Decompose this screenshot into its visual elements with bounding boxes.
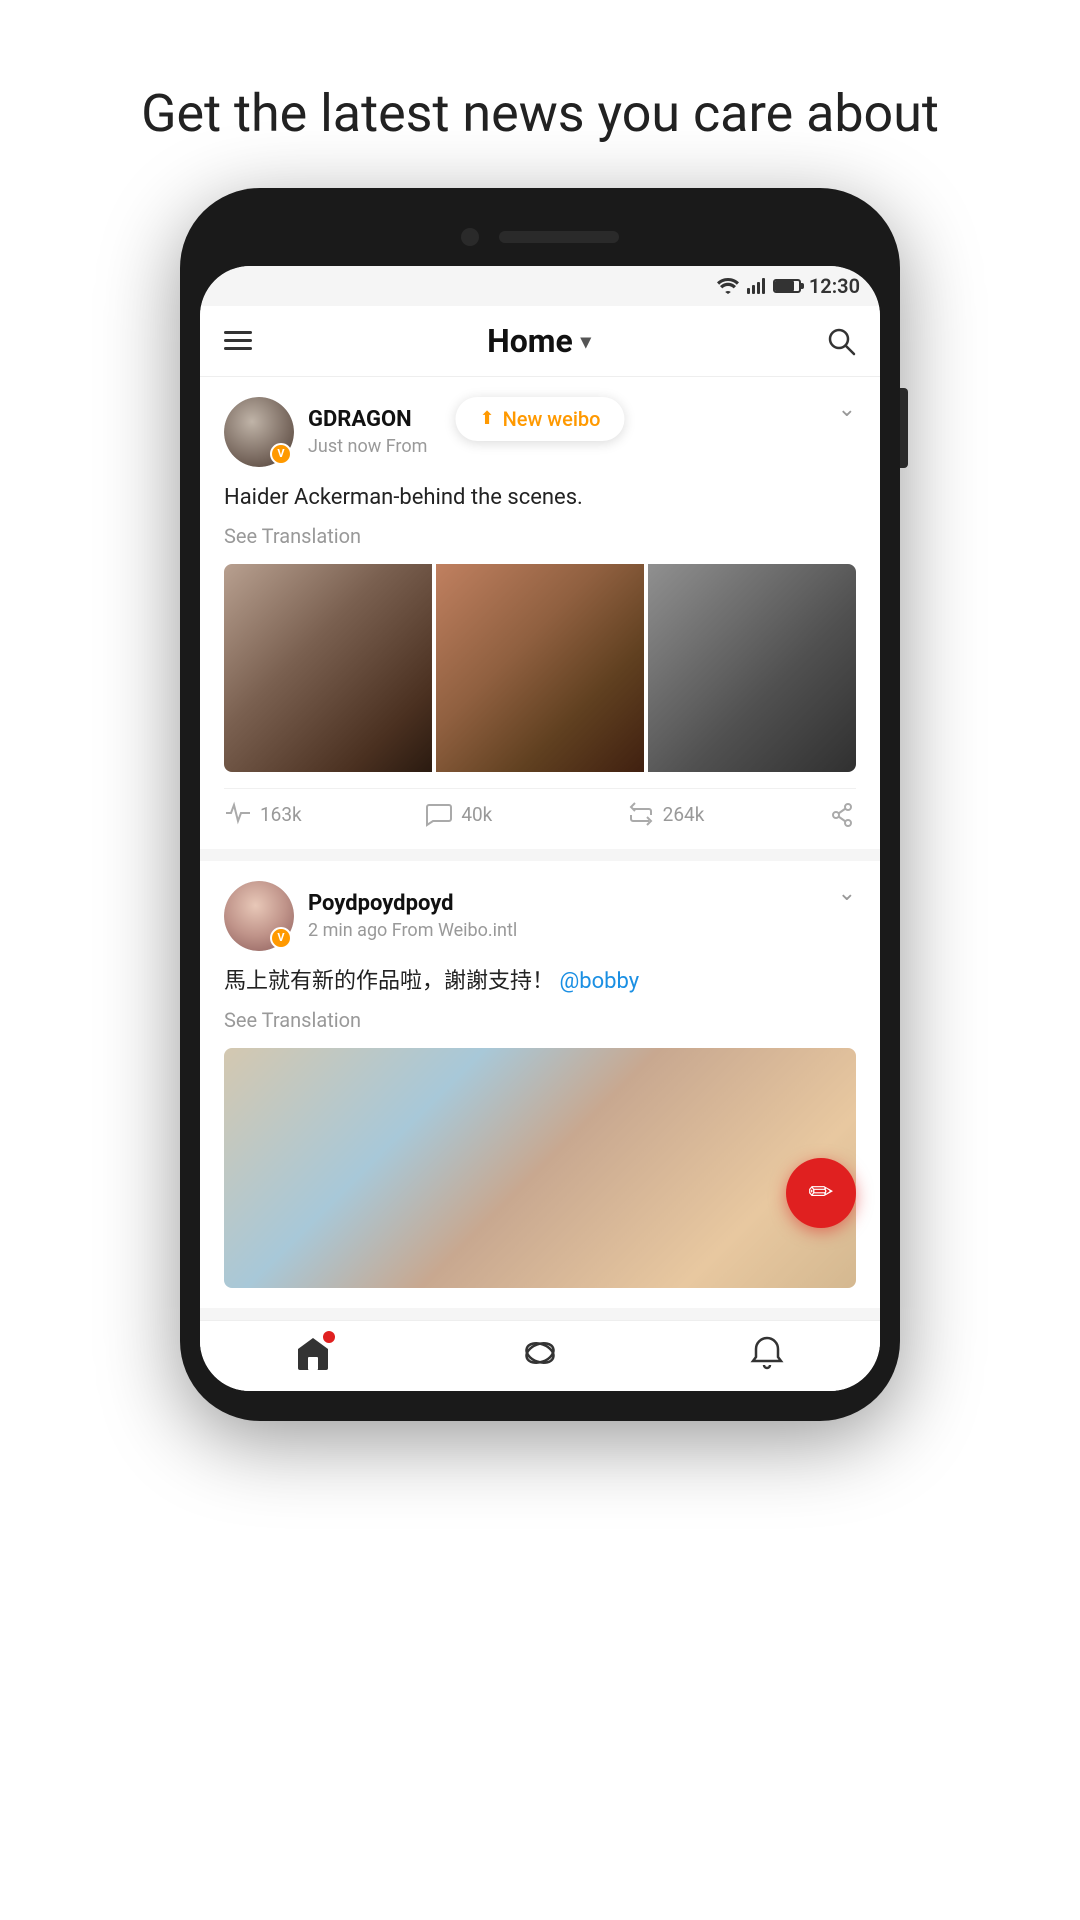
phone-camera — [461, 228, 479, 246]
repost-count-1: 264k — [663, 803, 705, 826]
post-content-1: Haider Ackerman-behind the scenes. — [224, 481, 856, 514]
post-card-2: V Poydpoydpoyd 2 min ago From Weibo.intl… — [200, 861, 880, 1308]
like-button-1[interactable]: 163k — [224, 801, 425, 829]
phone-device: 12:30 Home ▾ — [180, 188, 900, 1421]
post-image-visual-2 — [224, 1048, 856, 1288]
share-button-1[interactable] — [828, 801, 856, 829]
post-user-info-2: V Poydpoydpoyd 2 min ago From Weibo.intl — [224, 881, 517, 951]
post-content-2: 馬上就有新的作品啦，謝謝支持！ @bobby — [224, 965, 856, 998]
new-weibo-toast[interactable]: ⬆ New weibo — [455, 397, 624, 441]
post-time-2: 2 min ago — [308, 920, 387, 941]
avatar-2: V — [224, 881, 294, 951]
bottom-nav — [200, 1320, 880, 1391]
phone-side-button — [900, 388, 908, 468]
status-icons: 12:30 — [717, 274, 860, 298]
post-from-2: From Weibo.intl — [392, 920, 517, 941]
post-image-2 — [224, 1048, 856, 1288]
header-title-text: Home — [487, 322, 573, 360]
nav-explore[interactable] — [522, 1335, 558, 1371]
vip-badge-2: V — [270, 927, 292, 949]
post-meta-1: Just now From — [308, 436, 427, 457]
more-options-icon-2[interactable]: ⌄ — [838, 881, 856, 906]
search-icon[interactable] — [826, 326, 856, 356]
app-header: Home ▾ — [200, 306, 880, 377]
explore-icon — [522, 1335, 558, 1371]
vip-badge-1: V — [270, 443, 292, 465]
share-icon-1 — [828, 801, 856, 829]
like-icon-1 — [224, 801, 252, 829]
chevron-down-icon: ▾ — [581, 329, 591, 353]
avatar-1: V — [224, 397, 294, 467]
compose-fab[interactable]: ✏ — [786, 1158, 856, 1228]
status-bar: 12:30 — [200, 266, 880, 306]
phone-screen: 12:30 Home ▾ — [200, 266, 880, 1391]
nav-notifications[interactable] — [749, 1335, 785, 1371]
user-details-1: GDRAGON Just now From — [308, 407, 427, 457]
home-notification-dot — [323, 1331, 335, 1343]
post-header-2: V Poydpoydpoyd 2 min ago From Weibo.intl… — [224, 881, 856, 951]
feed-container: ⬆ New weibo V GDRAGON — [200, 377, 880, 1391]
post-text-2: 馬上就有新的作品啦，謝謝支持！ — [224, 969, 554, 994]
page-headline: Get the latest news you care about — [81, 0, 999, 188]
username-2: Poydpoydpoyd — [308, 891, 517, 916]
username-1: GDRAGON — [308, 407, 427, 432]
see-translation-2[interactable]: See Translation — [224, 1008, 856, 1032]
grid-image-1-2 — [436, 564, 644, 772]
notifications-icon — [749, 1335, 785, 1371]
wifi-icon — [717, 278, 739, 294]
image-grid-1 — [224, 564, 856, 772]
repost-icon-1 — [627, 801, 655, 829]
grid-image-1-3 — [648, 564, 856, 772]
menu-button[interactable] — [224, 331, 252, 350]
comment-button-1[interactable]: 40k — [425, 801, 626, 829]
more-options-icon-1[interactable]: ⌄ — [838, 397, 856, 422]
repost-button-1[interactable]: 264k — [627, 801, 828, 829]
signal-icon — [747, 278, 765, 294]
grid-image-1-1 — [224, 564, 432, 772]
see-translation-1[interactable]: See Translation — [224, 524, 856, 548]
action-bar-1: 163k 40k — [224, 788, 856, 829]
comment-count-1: 40k — [461, 803, 492, 826]
nav-home[interactable] — [295, 1335, 331, 1371]
arrow-up-icon: ⬆ — [479, 408, 494, 429]
post-card-1: V GDRAGON Just now From ⌄ Haider Ackerma… — [200, 377, 880, 849]
like-count-1: 163k — [260, 803, 302, 826]
comment-icon-1 — [425, 801, 453, 829]
post-meta-2: 2 min ago From Weibo.intl — [308, 920, 517, 941]
new-weibo-label: New weibo — [503, 407, 601, 431]
post-mention-2[interactable]: @bobby — [559, 969, 639, 994]
status-time: 12:30 — [809, 274, 860, 298]
compose-icon: ✏ — [808, 1175, 833, 1210]
post-time-1: Just now — [308, 436, 381, 457]
phone-speaker — [499, 231, 619, 243]
post-from-1: From — [386, 436, 428, 457]
header-title[interactable]: Home ▾ — [487, 322, 591, 360]
post-user-info-1: V GDRAGON Just now From — [224, 397, 427, 467]
battery-icon — [773, 279, 801, 293]
user-details-2: Poydpoydpoyd 2 min ago From Weibo.intl — [308, 891, 517, 941]
phone-top-bar — [200, 218, 880, 266]
